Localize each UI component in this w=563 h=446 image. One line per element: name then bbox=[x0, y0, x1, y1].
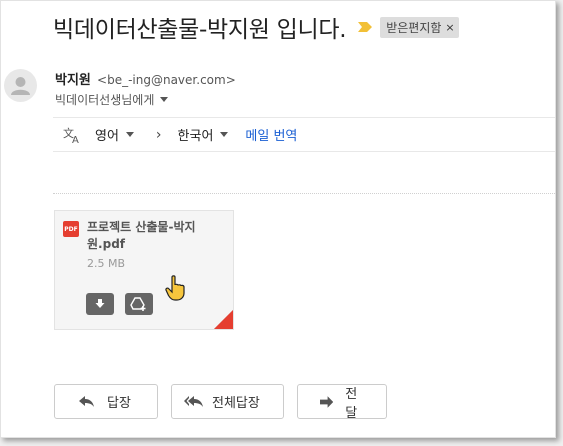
attachment-card[interactable]: PDF 프로젝트 산출물-박지원.pdf 2.5 MB bbox=[54, 210, 234, 330]
reply-label: 답장 bbox=[107, 396, 131, 411]
translate-message-link[interactable]: 메일 번역 bbox=[245, 125, 297, 144]
reply-icon bbox=[79, 395, 94, 407]
download-button[interactable] bbox=[86, 293, 114, 315]
action-buttons: 답장 전체답장 전달 bbox=[54, 384, 387, 421]
translate-icon: 文 A bbox=[63, 126, 79, 144]
sender-line: 박지원 <be_-ing@naver.com> bbox=[55, 69, 236, 88]
reply-button[interactable]: 답장 bbox=[54, 384, 158, 419]
forward-label: 전달 bbox=[345, 386, 358, 421]
attachment-filename: 프로젝트 산출물-박지원.pdf bbox=[87, 220, 196, 251]
source-language-select[interactable]: 영어 bbox=[95, 125, 134, 144]
reply-all-label: 전체답장 bbox=[212, 396, 260, 411]
forward-icon bbox=[320, 395, 334, 408]
remove-label-icon[interactable]: × bbox=[445, 21, 454, 34]
pdf-icon: PDF bbox=[63, 221, 79, 237]
save-to-drive-icon bbox=[130, 297, 146, 311]
subject-row: 빅데이터산출물-박지원 입니다. 받은편지함 × bbox=[53, 9, 459, 45]
email-view: 빅데이터산출물-박지원 입니다. 받은편지함 × 박지원 <be_-ing@na… bbox=[0, 0, 556, 438]
svg-text:A: A bbox=[72, 135, 79, 144]
arrow-icon: › bbox=[155, 126, 162, 143]
attachment-size: 2.5 MB bbox=[87, 257, 126, 270]
target-language-select[interactable]: 한국어 bbox=[178, 125, 229, 144]
hand-cursor-icon bbox=[165, 275, 185, 301]
translate-bar: 文 A 영어 › 한국어 메일 번역 bbox=[53, 117, 555, 152]
corner-fold-accent bbox=[214, 310, 233, 329]
chevron-down-icon bbox=[160, 97, 169, 102]
download-icon bbox=[95, 299, 105, 308]
sender-email: <be_-ing@naver.com> bbox=[97, 73, 236, 87]
reply-all-button[interactable]: 전체답장 bbox=[171, 384, 284, 419]
avatar-person-icon bbox=[11, 77, 30, 95]
inbox-label-text: 받은편지함 bbox=[386, 20, 442, 35]
target-language-label: 한국어 bbox=[177, 129, 214, 144]
recipient-text: 빅데이터선생님에게 bbox=[55, 93, 155, 107]
chevron-down-icon bbox=[220, 132, 229, 137]
save-to-drive-button[interactable] bbox=[125, 293, 153, 315]
importance-marker-icon[interactable] bbox=[358, 22, 373, 32]
source-language-label: 영어 bbox=[95, 129, 119, 144]
divider bbox=[53, 193, 555, 194]
inbox-label-chip: 받은편지함 × bbox=[380, 16, 459, 38]
reply-all-icon bbox=[184, 395, 203, 407]
forward-button[interactable]: 전달 bbox=[297, 384, 387, 421]
chevron-down-icon bbox=[125, 132, 134, 137]
email-subject: 빅데이터산출물-박지원 입니다. bbox=[53, 17, 347, 43]
sender-name: 박지원 bbox=[55, 73, 91, 88]
avatar bbox=[4, 69, 37, 102]
recipient-details-toggle[interactable]: 빅데이터선생님에게 bbox=[55, 91, 169, 108]
